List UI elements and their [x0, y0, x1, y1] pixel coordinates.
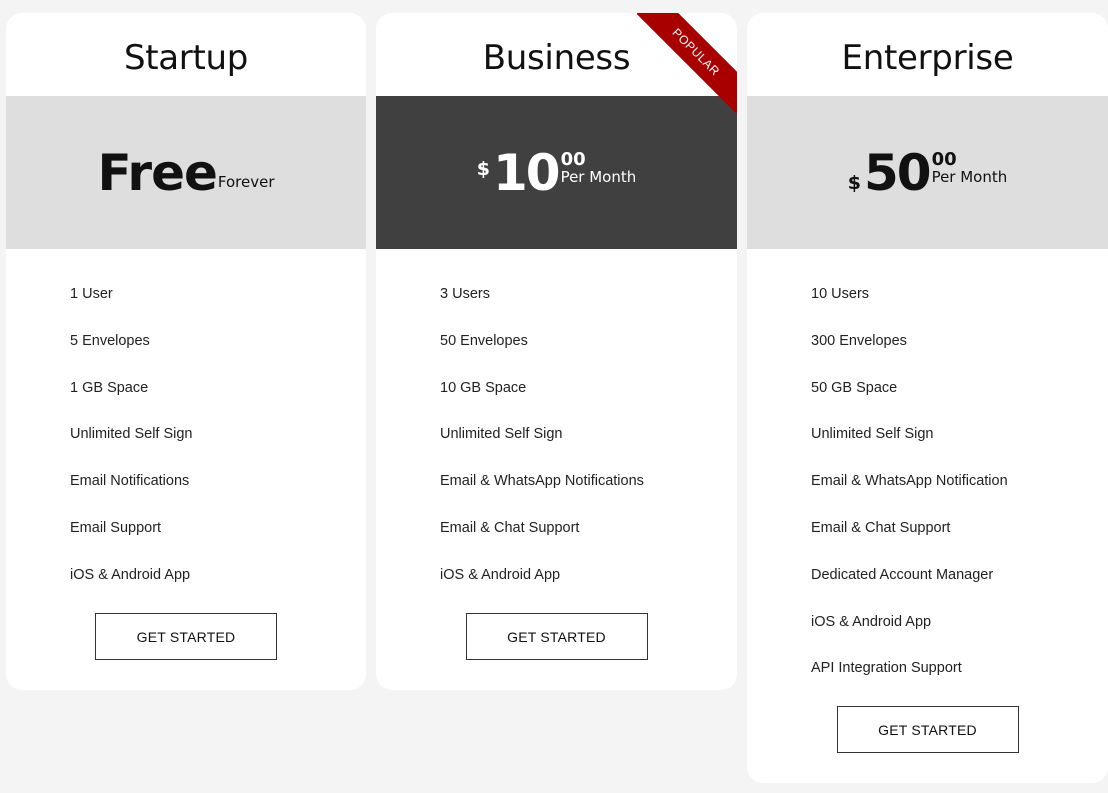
feature-item: 300 Envelopes	[811, 332, 907, 349]
popular-badge: POPULAR	[637, 13, 737, 113]
price-amount: Free	[97, 143, 217, 202]
plan-card-business: POPULAR Business $ 10 00 Per Month 3 Use…	[376, 13, 737, 690]
plan-title: Enterprise	[841, 37, 1014, 78]
feature-item: API Integration Support	[811, 660, 962, 677]
feature-list: 3 Users 50 Envelopes 10 GB Space Unlimit…	[376, 249, 737, 610]
feature-item: iOS & Android App	[440, 566, 561, 583]
feature-item: 50 GB Space	[811, 379, 898, 396]
feature-item: Email & WhatsApp Notification	[811, 473, 1008, 490]
feature-item: Unlimited Self Sign	[811, 426, 934, 443]
price-currency: $	[476, 157, 490, 180]
feature-item: Email Notifications	[70, 473, 190, 490]
feature-item: Unlimited Self Sign	[440, 426, 563, 443]
feature-item: 3 Users	[440, 286, 490, 302]
plan-card-enterprise: Enterprise $ 50 00 Per Month 10 Users 30…	[747, 13, 1108, 783]
plan-card-startup: Startup Free Forever 1 User 5 Envelopes …	[6, 13, 366, 690]
feature-list: 1 User 5 Envelopes 1 GB Space Unlimited …	[6, 249, 366, 610]
feature-item: 10 GB Space	[440, 379, 527, 396]
get-started-button-enterprise[interactable]: GET STARTED	[836, 706, 1019, 753]
price-band: $ 50 00 Per Month	[747, 96, 1108, 249]
price-detail: 00 Per Month	[560, 148, 637, 186]
price-amount: 50	[863, 143, 932, 202]
feature-item: Email & Chat Support	[440, 519, 580, 536]
feature-item: Email Support	[70, 519, 162, 536]
price-period: Per Month	[931, 167, 1008, 186]
price-period: Forever	[217, 172, 275, 191]
price-band: Free Forever	[6, 96, 366, 249]
price-cents: 00	[931, 148, 957, 170]
price-band: $ 10 00 Per Month	[376, 96, 737, 249]
feature-item: 50 Envelopes	[440, 332, 528, 349]
get-started-button-startup[interactable]: GET STARTED	[95, 613, 277, 660]
feature-item: Email & WhatsApp Notifications	[440, 473, 644, 490]
price-detail: 00 Per Month	[931, 148, 1008, 186]
feature-item: 1 User	[70, 286, 113, 302]
price: $ 10 00 Per Month	[477, 148, 637, 198]
get-started-button-business[interactable]: GET STARTED	[465, 613, 648, 660]
feature-item: Unlimited Self Sign	[70, 426, 193, 443]
price-cents: 00	[560, 148, 586, 170]
price: Free Forever	[97, 148, 274, 198]
price-currency: $	[847, 171, 861, 194]
button-wrap: GET STARTED	[747, 706, 1108, 753]
feature-item: iOS & Android App	[70, 566, 191, 583]
button-wrap: GET STARTED	[6, 613, 366, 660]
feature-item: 1 GB Space	[70, 379, 149, 396]
price: $ 50 00 Per Month	[848, 148, 1008, 198]
feature-item: Dedicated Account Manager	[811, 566, 994, 583]
plan-title: Startup	[123, 37, 249, 78]
price-period: Per Month	[560, 167, 637, 186]
popular-ribbon: POPULAR	[637, 13, 737, 113]
feature-list: 10 Users 300 Envelopes 50 GB Space Unlim…	[747, 249, 1108, 703]
price-amount: 10	[492, 143, 561, 202]
feature-item: iOS & Android App	[811, 613, 932, 630]
feature-item: Email & Chat Support	[811, 519, 951, 536]
feature-item: 10 Users	[811, 286, 870, 302]
feature-item: 5 Envelopes	[70, 332, 150, 349]
button-wrap: GET STARTED	[376, 613, 737, 660]
